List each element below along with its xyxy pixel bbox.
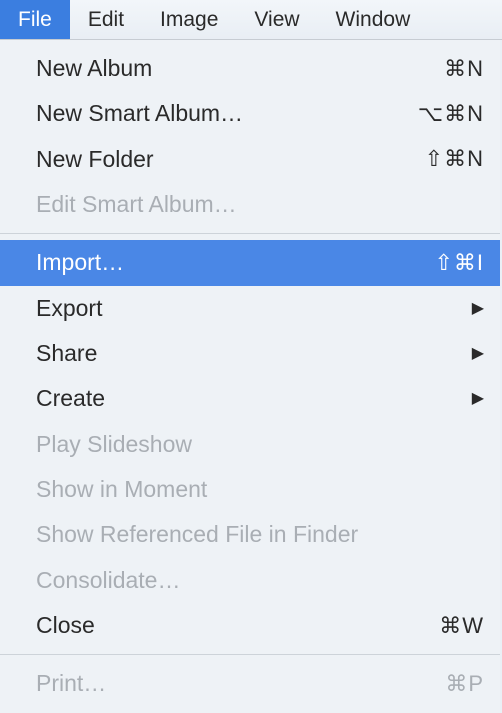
menu-item-close[interactable]: Close ⌘W — [0, 603, 500, 648]
menubar-item-edit[interactable]: Edit — [70, 0, 142, 39]
menubar-item-file[interactable]: File — [0, 0, 70, 39]
menu-item-label: New Album — [36, 52, 152, 85]
menu-item-share[interactable]: Share ▶ — [0, 331, 500, 376]
menu-item-shortcut: ⌥⌘N — [418, 98, 484, 130]
chevron-right-icon: ▶ — [472, 387, 484, 410]
menu-item-label: Play Slideshow — [36, 428, 192, 461]
menu-item-shortcut: ⇧⌘N — [425, 143, 484, 175]
menubar: File Edit Image View Window — [0, 0, 502, 40]
menu-item-label: New Folder — [36, 143, 154, 176]
menu-section-2: Import… ⇧⌘I Export ▶ Share ▶ Create ▶ Pl… — [0, 234, 500, 655]
menu-item-label: Show Referenced File in Finder — [36, 518, 358, 551]
menu-item-new-folder[interactable]: New Folder ⇧⌘N — [0, 137, 500, 182]
menu-item-label: Close — [36, 609, 95, 642]
menu-item-export[interactable]: Export ▶ — [0, 286, 500, 331]
menu-item-create[interactable]: Create ▶ — [0, 376, 500, 421]
menu-item-shortcut: ⇧⌘I — [434, 247, 484, 279]
menu-item-new-album[interactable]: New Album ⌘N — [0, 46, 500, 91]
menu-item-show-referenced-file: Show Referenced File in Finder — [0, 512, 500, 557]
menu-item-consolidate: Consolidate… — [0, 558, 500, 603]
menu-item-print: Print… ⌘P — [0, 661, 500, 706]
menu-item-label: New Smart Album… — [36, 97, 243, 130]
menubar-item-image[interactable]: Image — [142, 0, 236, 39]
menu-item-label: Edit Smart Album… — [36, 188, 237, 221]
menu-section-3: Print… ⌘P — [0, 655, 500, 712]
menu-item-shortcut: ⌘P — [445, 668, 484, 700]
menu-item-play-slideshow: Play Slideshow — [0, 422, 500, 467]
menu-item-show-in-moment: Show in Moment — [0, 467, 500, 512]
menu-item-label: Import… — [36, 246, 124, 279]
menu-item-shortcut: ⌘W — [439, 610, 484, 642]
menubar-item-window[interactable]: Window — [318, 0, 429, 39]
menu-item-label: Print… — [36, 667, 106, 700]
menu-item-edit-smart-album: Edit Smart Album… — [0, 182, 500, 227]
menubar-item-view[interactable]: View — [236, 0, 317, 39]
chevron-right-icon: ▶ — [472, 297, 484, 320]
chevron-right-icon: ▶ — [472, 342, 484, 365]
menu-item-label: Export — [36, 292, 102, 325]
menu-item-new-smart-album[interactable]: New Smart Album… ⌥⌘N — [0, 91, 500, 136]
menu-item-label: Share — [36, 337, 97, 370]
menu-section-1: New Album ⌘N New Smart Album… ⌥⌘N New Fo… — [0, 40, 500, 234]
menu-item-label: Create — [36, 382, 105, 415]
menu-item-import[interactable]: Import… ⇧⌘I — [0, 240, 500, 285]
menu-item-label: Consolidate… — [36, 564, 180, 597]
menu-item-shortcut: ⌘N — [444, 53, 484, 85]
menu-item-label: Show in Moment — [36, 473, 207, 506]
file-dropdown: New Album ⌘N New Smart Album… ⌥⌘N New Fo… — [0, 40, 500, 713]
